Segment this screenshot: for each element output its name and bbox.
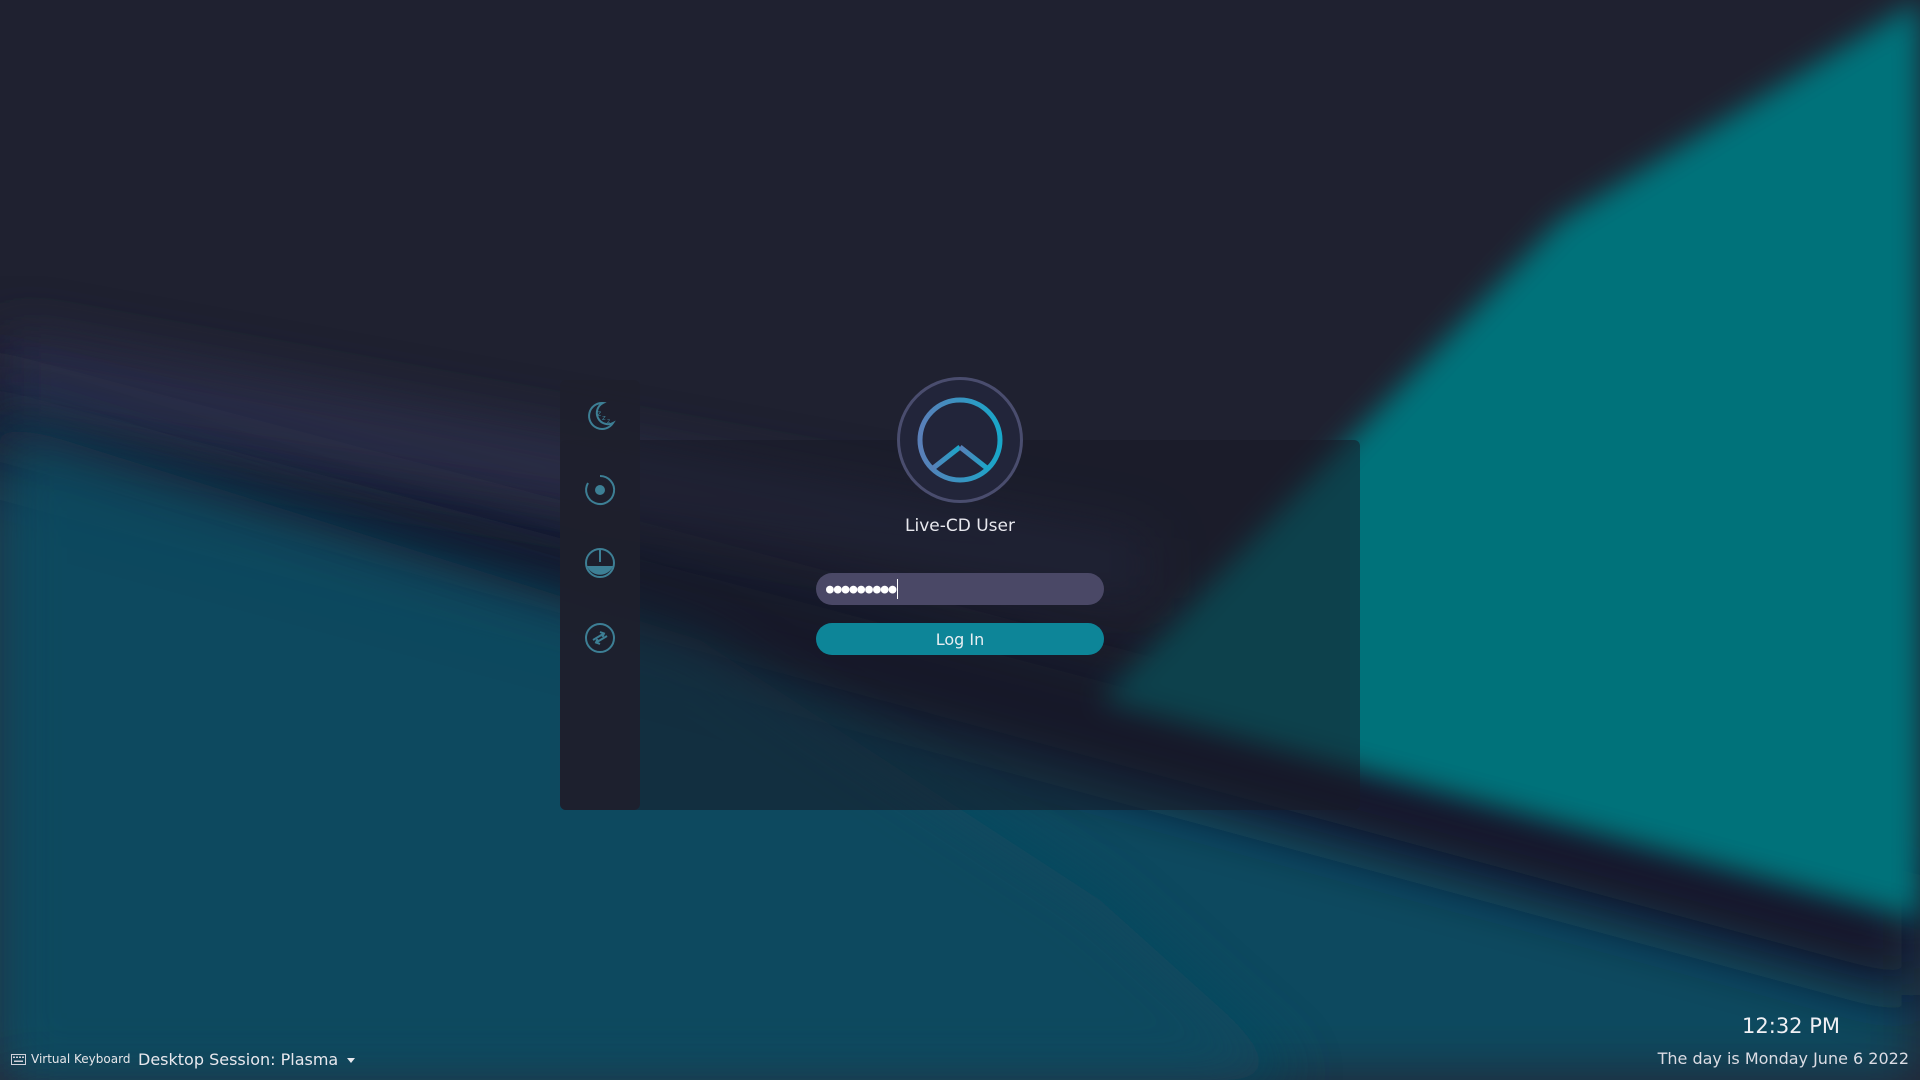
user-name: Live-CD User xyxy=(905,516,1015,536)
action-sidebar xyxy=(560,380,640,810)
session-label: Desktop Session: Plasma xyxy=(138,1050,339,1069)
clock-date: The day is Monday June 6 2022 xyxy=(1657,1049,1909,1068)
text-caret xyxy=(897,579,899,599)
suspend-button[interactable]: z z z xyxy=(582,398,618,434)
login-screen: z z z Live-CD User ●●●●●●●●● Log In Virt… xyxy=(0,0,1920,1080)
login-button[interactable]: Log In xyxy=(816,623,1104,655)
shutdown-button[interactable] xyxy=(582,545,618,581)
clock-time: 12:32 PM xyxy=(1742,1014,1840,1038)
virtual-keyboard-button[interactable]: Virtual Keyboard xyxy=(11,1052,130,1066)
restart-icon xyxy=(585,474,616,505)
switch-user-button[interactable] xyxy=(582,620,618,656)
restart-button[interactable] xyxy=(582,472,618,508)
password-mask: ●●●●●●●●● xyxy=(826,581,897,597)
chevron-down-icon xyxy=(347,1057,356,1063)
keyboard-icon xyxy=(11,1053,26,1065)
svg-text:z: z xyxy=(597,409,601,418)
power-icon xyxy=(585,548,615,578)
password-input[interactable]: ●●●●●●●●● xyxy=(816,573,1104,605)
switch-user-icon xyxy=(585,623,615,653)
peace-symbol-icon xyxy=(917,397,1003,483)
sleep-icon: z z z xyxy=(588,401,616,430)
session-selector[interactable]: Desktop Session: Plasma xyxy=(138,1050,356,1069)
user-avatar[interactable] xyxy=(897,377,1023,503)
svg-text:z: z xyxy=(602,414,606,422)
virtual-keyboard-label: Virtual Keyboard xyxy=(31,1052,131,1066)
svg-text:z: z xyxy=(607,418,610,425)
